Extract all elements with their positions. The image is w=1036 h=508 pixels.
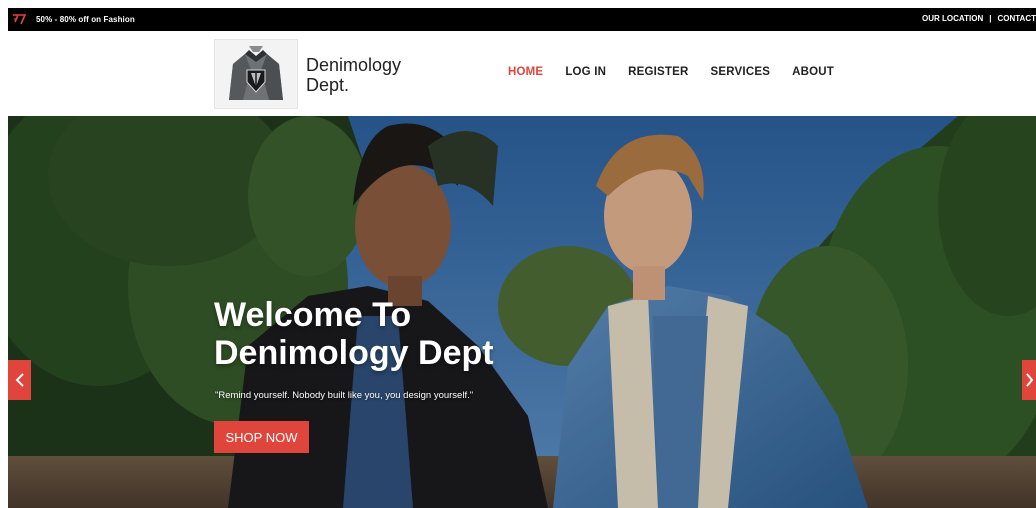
nav-item-services[interactable]: SERVICES bbox=[711, 66, 771, 78]
brand-name[interactable]: Denimology Dept. bbox=[306, 55, 446, 95]
chevron-left-icon bbox=[15, 373, 24, 387]
promo-tag-icon bbox=[13, 14, 26, 25]
site-header: Denimology Dept. HOME LOG IN REGISTER SE… bbox=[8, 31, 1036, 116]
hero-quote: "Remind yourself. Nobody built like you,… bbox=[215, 390, 474, 401]
top-links: OUR LOCATION | CONTACT bbox=[922, 14, 1036, 23]
brand-name-line2: Dept. bbox=[306, 75, 350, 95]
contact-link[interactable]: CONTACT bbox=[997, 14, 1036, 23]
promo: 50% - 80% off on Fashion bbox=[12, 13, 135, 25]
nav-item-register[interactable]: REGISTER bbox=[628, 66, 688, 78]
hero-title: Welcome To Denimology Dept bbox=[214, 296, 494, 372]
our-location-link[interactable]: OUR LOCATION bbox=[922, 14, 983, 23]
shop-now-button[interactable]: SHOP NOW bbox=[214, 421, 309, 453]
hero-slider: Welcome To Denimology Dept "Remind yours… bbox=[8, 116, 1036, 508]
hero-title-line1: Welcome To bbox=[214, 296, 412, 334]
nav-item-home[interactable]: HOME bbox=[508, 66, 543, 78]
chevron-right-icon bbox=[1026, 373, 1033, 387]
hero-title-line2: Denimology Dept bbox=[214, 334, 494, 372]
promo-text: 50% - 80% off on Fashion bbox=[36, 14, 135, 24]
hero-background-image bbox=[8, 116, 1036, 508]
page-frame: 50% - 80% off on Fashion OUR LOCATION | CO… bbox=[8, 8, 1036, 508]
denim-jacket-logo-icon bbox=[215, 40, 297, 108]
brand-name-line1: Denimology bbox=[306, 55, 402, 75]
main-nav: HOME LOG IN REGISTER SERVICES ABOUT bbox=[508, 66, 856, 78]
brand-logo[interactable] bbox=[214, 39, 298, 109]
slider-next-button[interactable] bbox=[1022, 360, 1036, 400]
top-links-separator: | bbox=[989, 14, 992, 23]
top-bar: 50% - 80% off on Fashion OUR LOCATION | CO… bbox=[8, 8, 1036, 31]
nav-item-login[interactable]: LOG IN bbox=[565, 66, 606, 78]
slider-prev-button[interactable] bbox=[8, 360, 31, 400]
nav-item-about[interactable]: ABOUT bbox=[792, 66, 834, 78]
